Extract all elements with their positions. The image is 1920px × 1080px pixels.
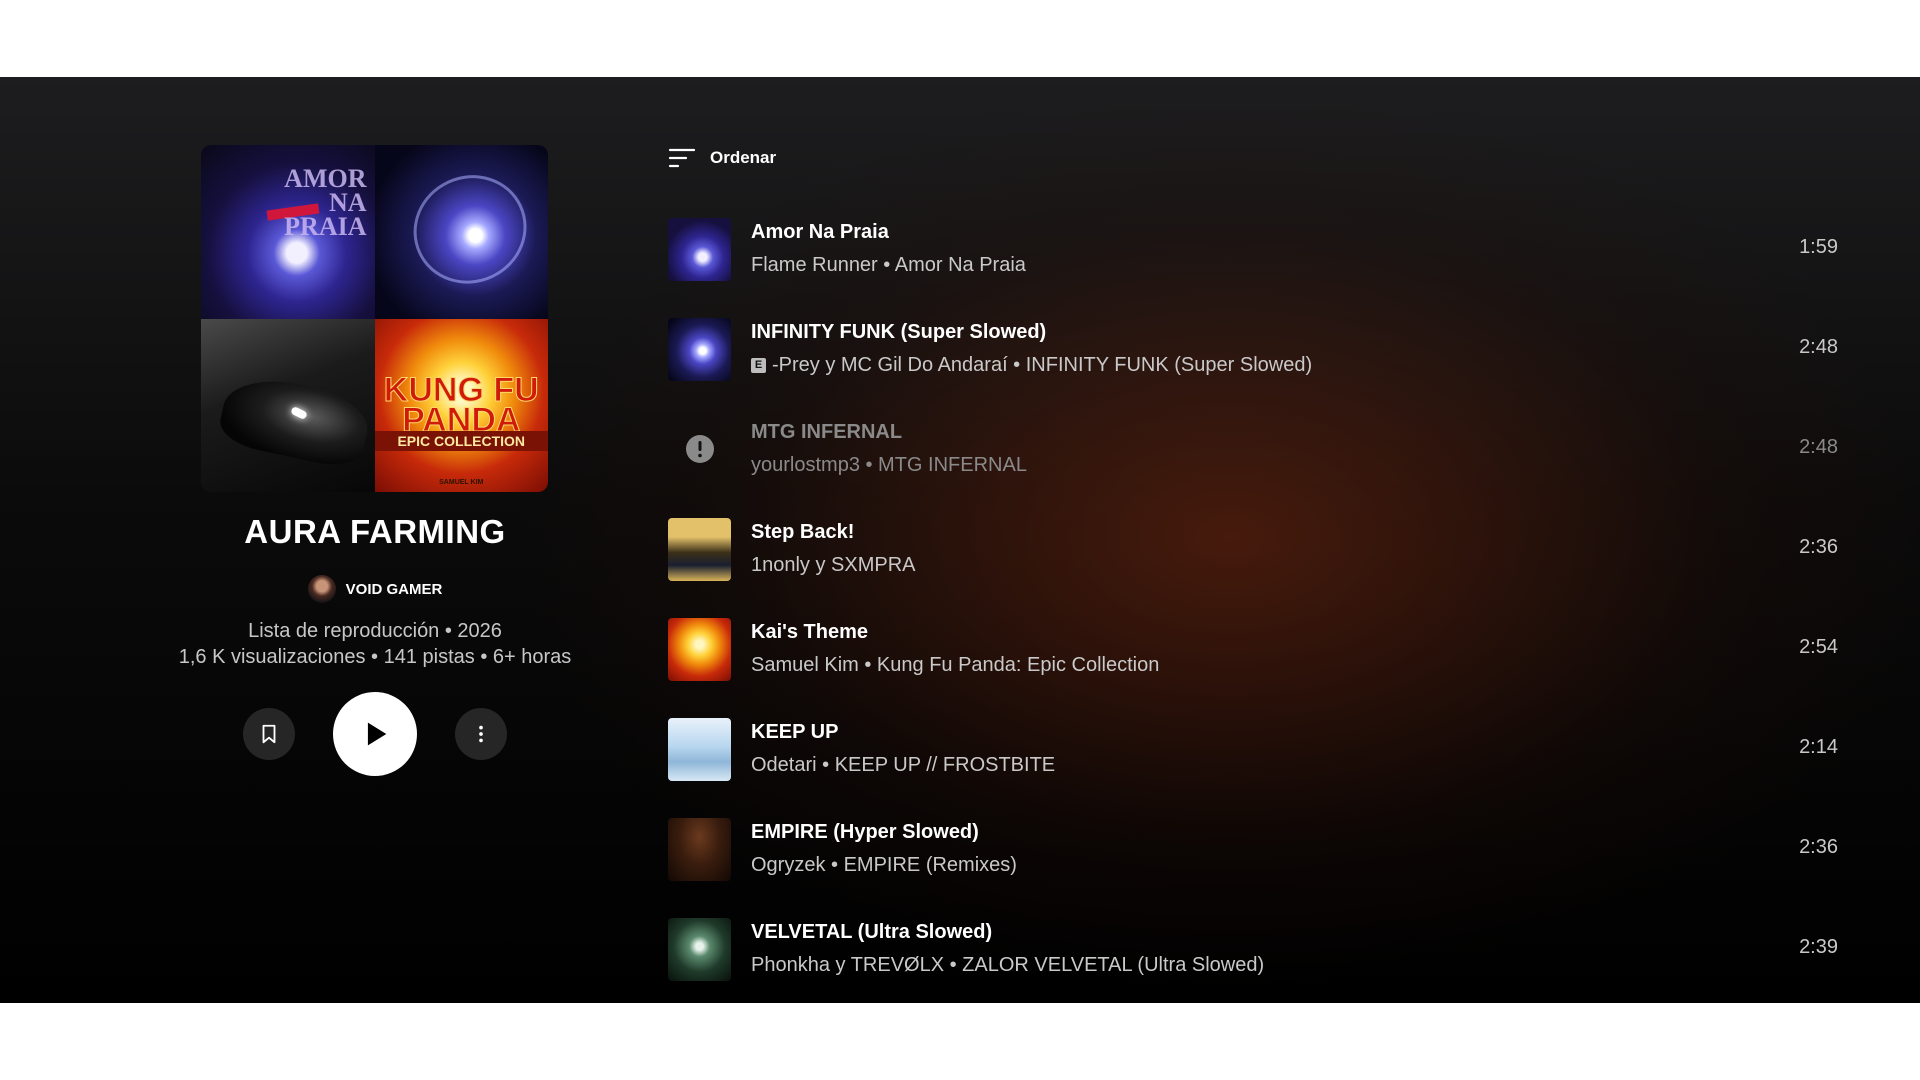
track-subtitle: Flame Runner • Amor Na Praia xyxy=(751,254,1026,277)
playlist-meta-stats: 1,6 K visualizaciones • 141 pistas • 6+ … xyxy=(178,646,572,668)
track-artists-album[interactable]: Samuel Kim • Kung Fu Panda: Epic Collect… xyxy=(751,654,1159,677)
track-title[interactable]: Step Back! xyxy=(751,521,916,544)
track-thumbnail[interactable] xyxy=(668,717,731,781)
track-duration: 2:48 xyxy=(1799,336,1838,358)
track-title[interactable]: INFINITY FUNK (Super Slowed) xyxy=(751,321,1312,344)
save-playlist-button[interactable] xyxy=(243,708,295,760)
cover-tile-text: SAMUEL KIM xyxy=(439,479,484,486)
track-title[interactable]: VELVETAL (Ultra Slowed) xyxy=(751,921,1264,944)
track-row[interactable]: EMPIRE (Hyper Slowed) Ogryzek • EMPIRE (… xyxy=(668,799,1848,899)
track-row[interactable]: Kai's Theme Samuel Kim • Kung Fu Panda: … xyxy=(668,599,1848,699)
track-info: KEEP UP Odetari • KEEP UP // FROSTBITE xyxy=(751,721,1055,777)
track-title[interactable]: EMPIRE (Hyper Slowed) xyxy=(751,821,1017,844)
cover-tile-car xyxy=(201,318,375,492)
track-row[interactable]: VELVETAL (Ultra Slowed) Phonkha y TREVØL… xyxy=(668,899,1848,999)
track-row[interactable]: KEEP UP Odetari • KEEP UP // FROSTBITE 2… xyxy=(668,699,1848,799)
track-duration: 2:48 xyxy=(1799,436,1838,458)
cover-art-detail xyxy=(215,370,374,472)
owner-name[interactable]: VOID GAMER xyxy=(346,581,443,598)
owner-avatar[interactable] xyxy=(307,575,336,603)
sort-icon xyxy=(668,148,696,168)
track-artists-album[interactable]: Odetari • KEEP UP // FROSTBITE xyxy=(751,754,1055,777)
play-icon xyxy=(367,722,387,746)
track-subtitle: 1nonly y SXMPRA xyxy=(751,554,916,577)
track-duration: 2:54 xyxy=(1799,636,1838,658)
track-duration: 2:36 xyxy=(1799,836,1838,858)
track-artists-album[interactable]: Phonkha y TREVØLX • ZALOR VELVETAL (Ultr… xyxy=(751,954,1264,977)
track-duration: 2:14 xyxy=(1799,736,1838,758)
track-title[interactable]: Amor Na Praia xyxy=(751,221,1026,244)
track-row-unavailable[interactable]: MTG INFERNAL yourlostmp3 • MTG INFERNAL … xyxy=(668,399,1848,499)
track-info: Amor Na Praia Flame Runner • Amor Na Pra… xyxy=(751,221,1026,277)
track-info: Kai's Theme Samuel Kim • Kung Fu Panda: … xyxy=(751,621,1159,677)
track-duration: 1:59 xyxy=(1799,236,1838,258)
cover-art-detail xyxy=(395,157,544,302)
track-row[interactable]: Amor Na Praia Flame Runner • Amor Na Pra… xyxy=(668,199,1848,299)
playlist-cover: AMOR NA PRAIA KUNG FU PANDA EPIC COLLECT… xyxy=(201,145,548,492)
track-thumbnail[interactable] xyxy=(668,217,731,281)
playlist-meta-type-year: Lista de reproducción • 2026 xyxy=(248,620,502,642)
alert-icon xyxy=(685,435,714,463)
track-subtitle: Samuel Kim • Kung Fu Panda: Epic Collect… xyxy=(751,654,1159,677)
more-options-button[interactable] xyxy=(455,708,507,760)
playlist-controls xyxy=(160,692,590,776)
track-row[interactable]: INFINITY FUNK (Super Slowed) E -Prey y M… xyxy=(668,299,1848,399)
more-vertical-icon xyxy=(479,725,483,743)
cover-tile-amor-na-praia: AMOR NA PRAIA xyxy=(201,145,375,319)
cover-tile-text: KUNG FU PANDA xyxy=(383,370,539,439)
track-info: EMPIRE (Hyper Slowed) Ogryzek • EMPIRE (… xyxy=(751,821,1017,877)
cover-tile-kung-fu-panda: KUNG FU PANDA EPIC COLLECTION SAMUEL KIM xyxy=(374,318,548,492)
playlist-title: AURA FARMING xyxy=(244,513,506,550)
track-info: Step Back! 1nonly y SXMPRA xyxy=(751,521,916,577)
track-thumbnail[interactable] xyxy=(668,517,731,581)
bookmark-icon xyxy=(262,724,276,744)
explicit-badge-icon: E xyxy=(751,358,766,373)
sort-label: Ordenar xyxy=(710,148,777,167)
track-subtitle: Odetari • KEEP UP // FROSTBITE xyxy=(751,754,1055,777)
cover-tile-text: EPIC COLLECTION xyxy=(374,430,548,451)
track-info: MTG INFERNAL yourlostmp3 • MTG INFERNAL xyxy=(751,421,1027,477)
sort-button[interactable]: Ordenar xyxy=(668,147,776,169)
track-duration: 2:39 xyxy=(1799,936,1838,958)
track-thumbnail xyxy=(668,418,731,481)
cover-tile-infinity-funk xyxy=(374,145,548,319)
track-info: VELVETAL (Ultra Slowed) Phonkha y TREVØL… xyxy=(751,921,1264,977)
track-info: INFINITY FUNK (Super Slowed) E -Prey y M… xyxy=(751,321,1312,377)
track-subtitle: Phonkha y TREVØLX • ZALOR VELVETAL (Ultr… xyxy=(751,954,1264,977)
track-title[interactable]: MTG INFERNAL xyxy=(751,421,1027,444)
playlist-page: AMOR NA PRAIA KUNG FU PANDA EPIC COLLECT… xyxy=(0,77,1920,1003)
track-artists-album[interactable]: Ogryzek • EMPIRE (Remixes) xyxy=(751,854,1017,877)
track-subtitle: Ogryzek • EMPIRE (Remixes) xyxy=(751,854,1017,877)
track-duration: 2:36 xyxy=(1799,536,1838,558)
track-row[interactable]: Step Back! 1nonly y SXMPRA 2:36 xyxy=(668,499,1848,599)
track-thumbnail[interactable] xyxy=(668,617,731,681)
track-thumbnail[interactable] xyxy=(668,917,731,981)
track-subtitle: E -Prey y MC Gil Do Andaraí • INFINITY F… xyxy=(751,354,1312,377)
track-list: Amor Na Praia Flame Runner • Amor Na Pra… xyxy=(668,199,1848,999)
track-artists-album[interactable]: Flame Runner • Amor Na Praia xyxy=(751,254,1026,277)
track-thumbnail[interactable] xyxy=(668,817,731,881)
track-title[interactable]: Kai's Theme xyxy=(751,621,1159,644)
cover-tile-text: AMOR NA PRAIA xyxy=(284,164,367,241)
track-subtitle: yourlostmp3 • MTG INFERNAL xyxy=(751,454,1027,477)
track-artists-album[interactable]: 1nonly y SXMPRA xyxy=(751,554,916,577)
playlist-owner[interactable]: VOID GAMER xyxy=(160,575,590,603)
track-artists-album[interactable]: -Prey y MC Gil Do Andaraí • INFINITY FUN… xyxy=(772,354,1312,377)
track-title[interactable]: KEEP UP xyxy=(751,721,1055,744)
track-thumbnail[interactable] xyxy=(668,317,731,381)
track-artists-album[interactable]: yourlostmp3 • MTG INFERNAL xyxy=(751,454,1027,477)
play-playlist-button[interactable] xyxy=(333,692,417,776)
